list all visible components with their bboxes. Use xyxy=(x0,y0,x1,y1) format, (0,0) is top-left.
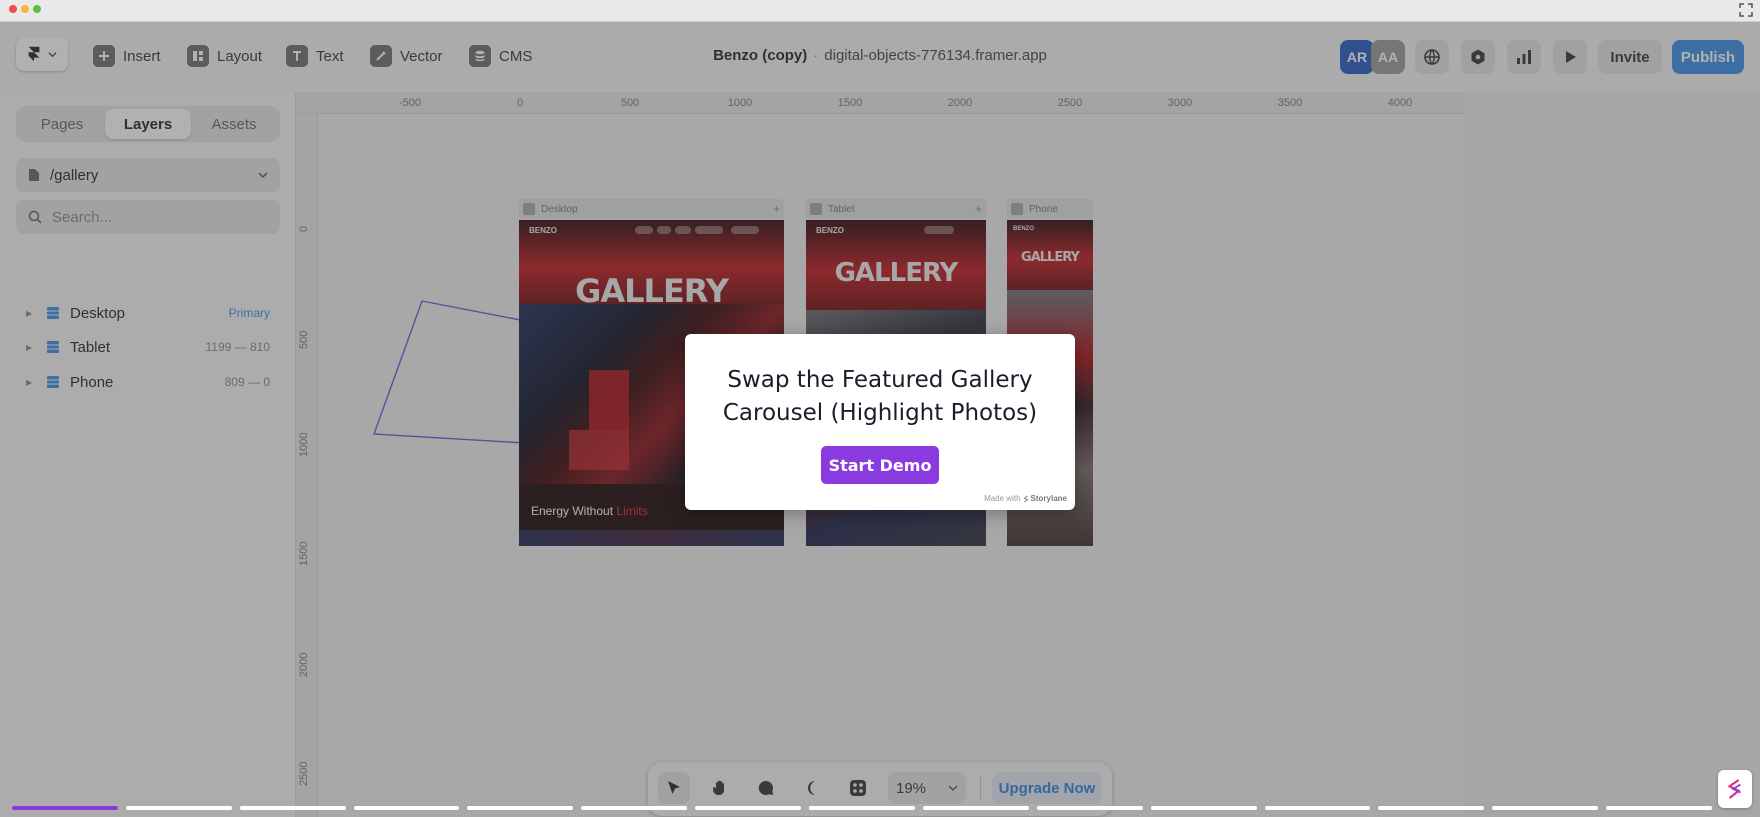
progress-segment[interactable] xyxy=(1036,806,1143,810)
start-demo-button[interactable]: Start Demo xyxy=(821,446,939,484)
progress-segment[interactable] xyxy=(1150,806,1257,810)
progress-segment[interactable] xyxy=(581,806,688,810)
progress-segment[interactable] xyxy=(353,806,460,810)
progress-segment[interactable] xyxy=(695,806,802,810)
progress-segment[interactable] xyxy=(1378,806,1485,810)
window-chrome xyxy=(0,0,1760,22)
close-window-dot[interactable] xyxy=(9,5,17,13)
progress-segment[interactable] xyxy=(809,806,915,810)
storylane-logo-icon xyxy=(1023,495,1028,502)
modal-title: Swap the Featured Gallery Carousel (High… xyxy=(722,367,1038,426)
demo-intro-modal: Swap the Featured Gallery Carousel (High… xyxy=(685,334,1075,510)
storylane-logo-icon xyxy=(1727,779,1741,799)
progress-segment[interactable] xyxy=(239,806,346,810)
progress-segment[interactable] xyxy=(1492,806,1599,810)
progress-segment[interactable] xyxy=(467,806,574,810)
progress-segment[interactable] xyxy=(125,806,232,810)
progress-segment[interactable] xyxy=(1264,806,1371,810)
storylane-badge[interactable] xyxy=(1718,770,1752,808)
progress-segment[interactable] xyxy=(1606,806,1712,810)
made-with-text: Made with xyxy=(984,494,1021,503)
minimize-window-dot[interactable] xyxy=(21,5,29,13)
progress-segment[interactable] xyxy=(12,806,118,810)
progress-segment[interactable] xyxy=(922,806,1029,810)
demo-progress xyxy=(12,806,1712,810)
maximize-window-dot[interactable] xyxy=(33,5,41,13)
made-with-storylane[interactable]: Made with Storylane xyxy=(984,494,1067,503)
fullscreen-icon[interactable] xyxy=(1738,2,1754,18)
storylane-brand: Storylane xyxy=(1030,494,1067,503)
